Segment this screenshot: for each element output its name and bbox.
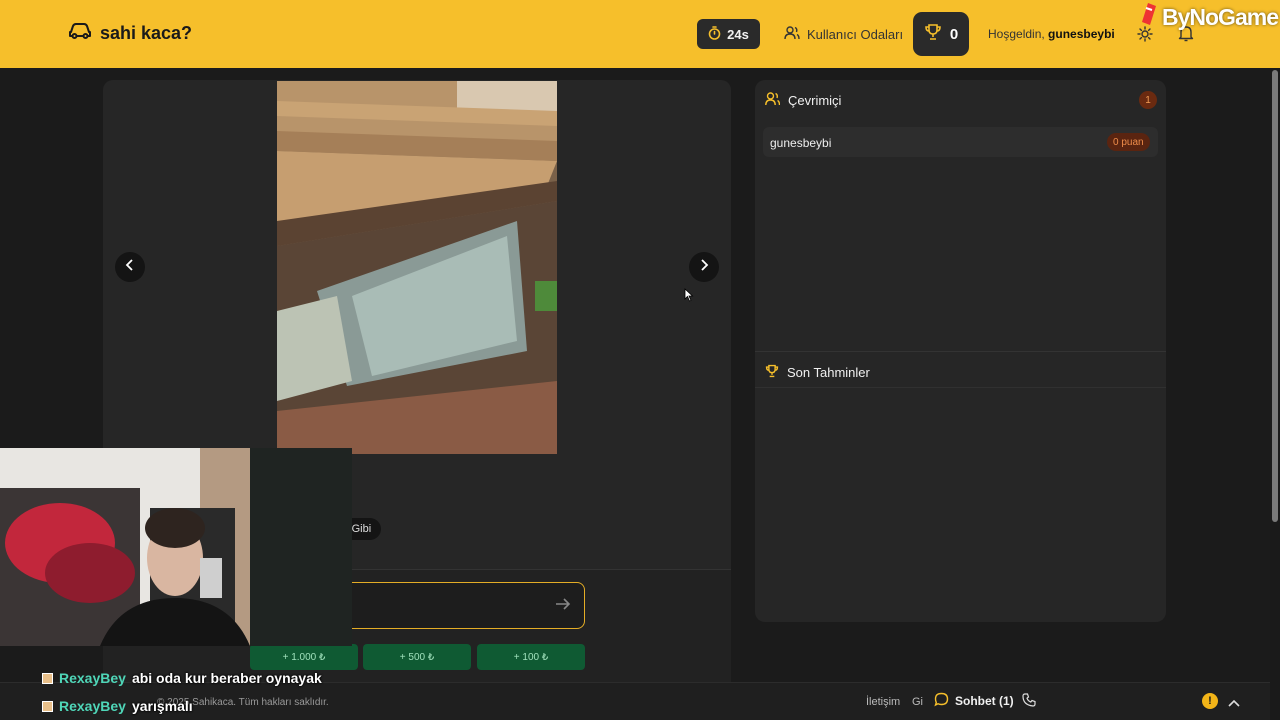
chat-label: Sohbet (1) xyxy=(955,694,1014,708)
streamer-webcam xyxy=(0,448,352,646)
stream-chat-message: RexayBey yarışmalı xyxy=(42,698,193,714)
mouse-cursor-icon xyxy=(684,288,694,307)
trophy-button[interactable]: 0 xyxy=(913,12,969,56)
online-title: Çevrimiçi xyxy=(788,93,842,108)
brand-name: ByNoGame xyxy=(1162,3,1279,30)
stopwatch-icon xyxy=(708,25,721,43)
trophy-icon xyxy=(924,23,942,45)
quick-bid-1000[interactable]: + 1.000 ₺ xyxy=(250,644,358,670)
recent-title: Son Tahminler xyxy=(787,365,870,380)
brand-logo-icon xyxy=(1138,2,1160,32)
listing-photo xyxy=(277,81,557,454)
price-guess-input[interactable] xyxy=(330,582,585,629)
phone-icon[interactable] xyxy=(1022,693,1036,712)
chat-nick: RexayBey xyxy=(59,698,126,714)
chat-text: yarışmalı xyxy=(131,698,193,714)
chat-badge-icon xyxy=(42,700,53,712)
header-username: gunesbeybi xyxy=(1048,27,1115,41)
stream-watermark: ByNoGame xyxy=(1138,2,1279,32)
rooms-label: Kullanıcı Odaları xyxy=(807,27,904,42)
users-icon xyxy=(784,26,800,43)
recent-guesses-header: Son Tahminler xyxy=(765,364,870,381)
trophy-count: 0 xyxy=(949,25,959,43)
online-count-badge: 1 xyxy=(1139,91,1157,109)
site-logo[interactable]: sahi kaca? xyxy=(68,22,192,45)
chat-text: abi oda kur beraber oynayak xyxy=(131,670,322,686)
car-icon xyxy=(68,22,92,45)
chat-badge-icon xyxy=(42,672,53,684)
user-points-badge: 0 puan xyxy=(1107,133,1150,151)
chevron-right-icon xyxy=(698,258,710,276)
scrollbar-thumb[interactable] xyxy=(1272,70,1278,522)
welcome-prefix: Hoşgeldin, xyxy=(988,27,1045,41)
chat-toggle-button[interactable]: Sohbet (1) xyxy=(934,692,1014,710)
chat-bubble-icon xyxy=(934,692,949,710)
divider xyxy=(755,387,1166,388)
quick-bid-500[interactable]: + 500 ₺ xyxy=(363,644,471,670)
stream-chat-message: RexayBey abi oda kur beraber oynayak xyxy=(42,670,322,686)
welcome-text: Hoşgeldin, gunesbeybi xyxy=(988,27,1115,41)
divider xyxy=(755,351,1166,352)
warning-badge[interactable]: ! xyxy=(1202,693,1218,709)
round-timer: 24s xyxy=(697,19,760,49)
next-image-button[interactable] xyxy=(689,252,719,282)
trophy-icon xyxy=(765,364,779,381)
footer-link[interactable]: Gi xyxy=(912,696,923,708)
chevron-left-icon xyxy=(124,258,136,276)
online-user-name: gunesbeybi xyxy=(770,136,832,150)
arrow-right-icon xyxy=(555,598,571,615)
site-name: sahi kaca? xyxy=(100,23,193,43)
quick-bid-100[interactable]: + 100 ₺ xyxy=(477,644,585,670)
timer-value: 24s xyxy=(727,26,749,42)
user-rooms-link[interactable]: Kullanıcı Odaları xyxy=(784,26,903,43)
chevron-up-icon[interactable] xyxy=(1228,695,1240,713)
users-icon xyxy=(765,92,781,109)
contact-link[interactable]: İletişim xyxy=(866,696,900,708)
submit-guess-button[interactable] xyxy=(555,597,571,616)
online-header: Çevrimiçi xyxy=(765,92,841,109)
prev-image-button[interactable] xyxy=(115,252,145,282)
chat-nick: RexayBey xyxy=(59,670,126,686)
